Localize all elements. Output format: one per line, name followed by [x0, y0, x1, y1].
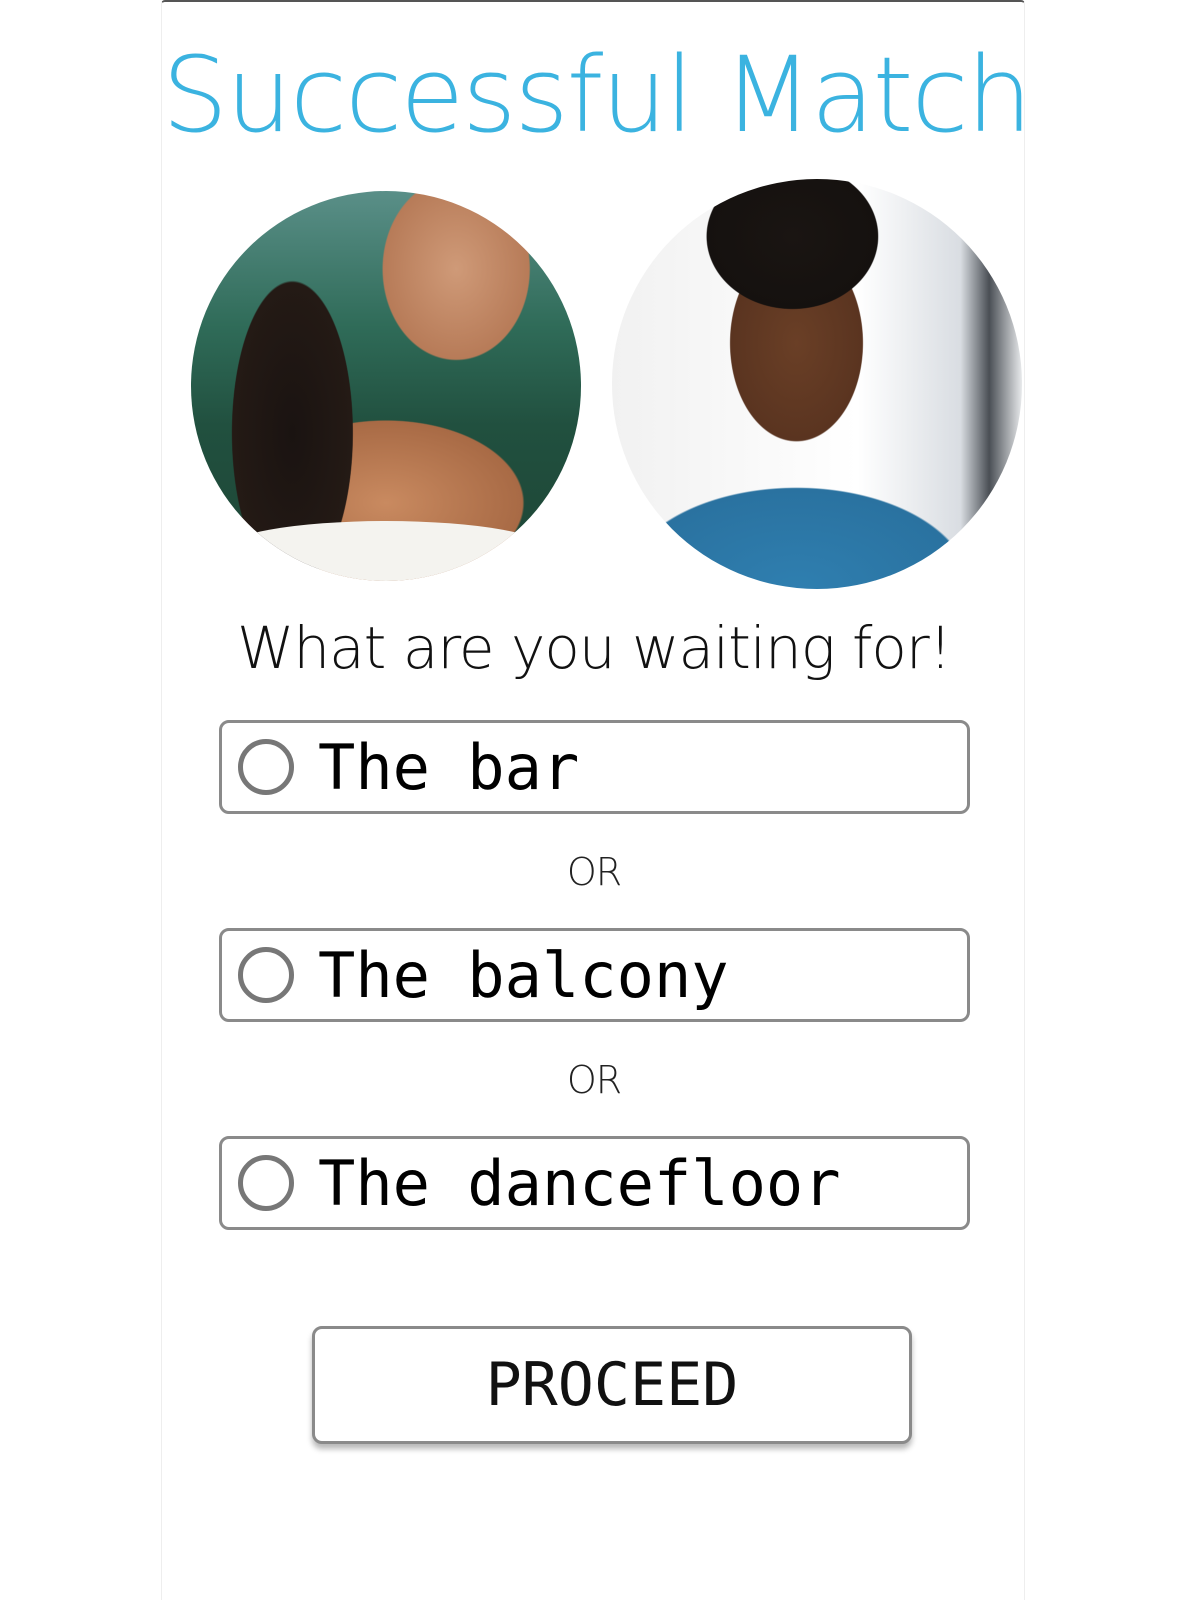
radio-button[interactable] — [238, 739, 294, 795]
separator-or: OR — [566, 850, 622, 894]
option-label: The balcony — [318, 939, 729, 1012]
separator-or: OR — [566, 1058, 622, 1102]
radio-button[interactable] — [238, 947, 294, 1003]
avatar-right — [612, 179, 1022, 589]
option-label: The dancefloor — [318, 1147, 841, 1220]
radio-button[interactable] — [238, 1155, 294, 1211]
option-balcony[interactable]: The balcony — [219, 928, 970, 1022]
match-screen: Successful Match What are you waiting fo… — [161, 0, 1032, 1600]
photo-detail — [221, 521, 551, 581]
option-label: The bar — [318, 731, 580, 804]
avatar-left — [191, 191, 581, 581]
page-title: Successful Match — [162, 34, 1032, 156]
option-dancefloor[interactable]: The dancefloor — [219, 1136, 970, 1230]
prompt-text: What are you waiting for! — [236, 614, 952, 682]
proceed-button[interactable]: PROCEED — [312, 1326, 912, 1444]
option-bar[interactable]: The bar — [219, 720, 970, 814]
